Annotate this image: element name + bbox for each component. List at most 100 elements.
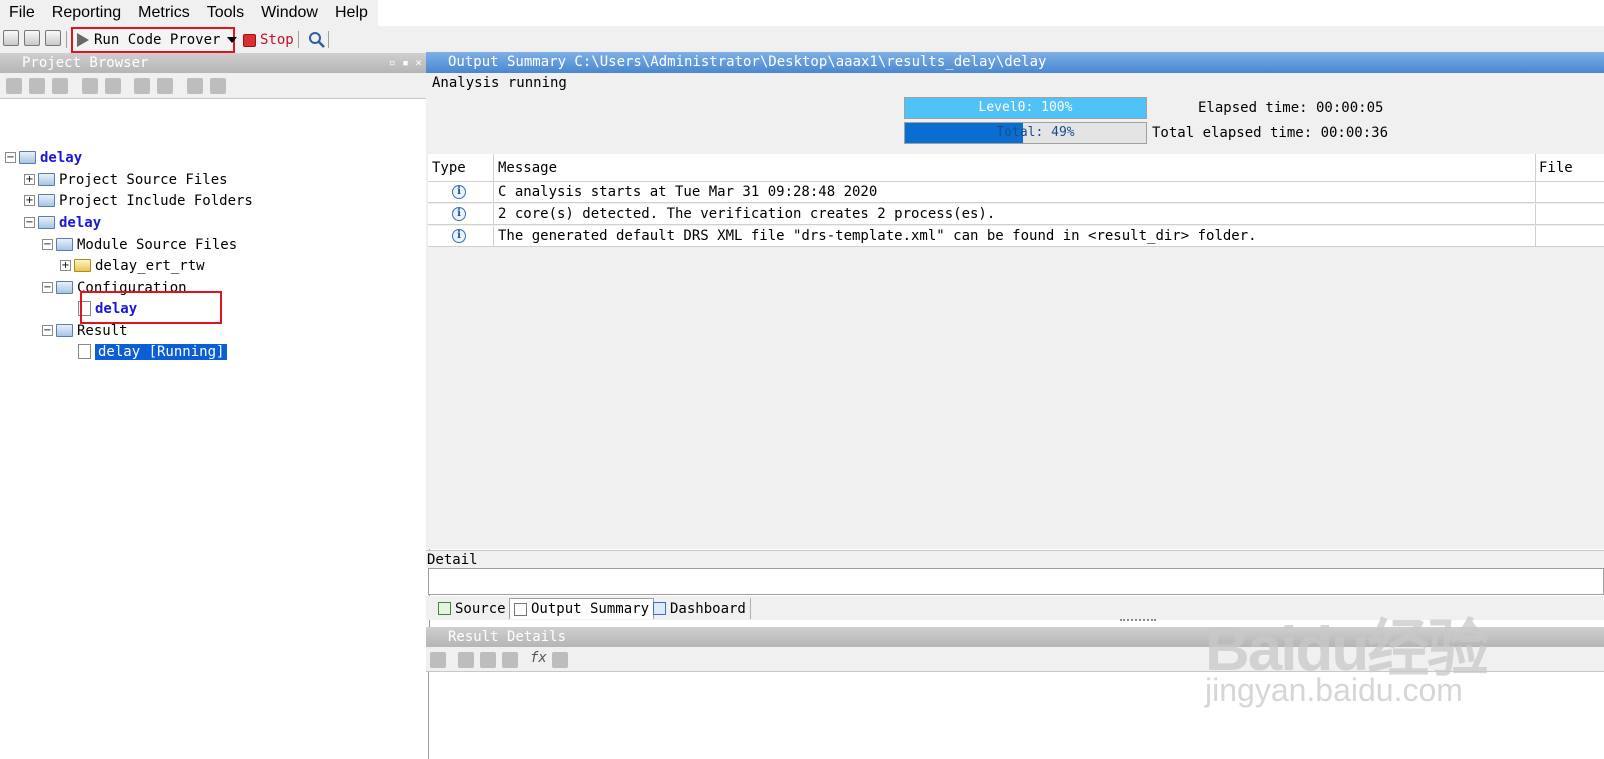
collapse-icon[interactable]: − xyxy=(42,239,53,250)
folder-icon xyxy=(38,173,55,186)
menu-window[interactable]: Window xyxy=(252,4,326,22)
add-icon[interactable] xyxy=(6,78,22,94)
file-cell xyxy=(1536,204,1604,224)
tree-item-label: delay xyxy=(40,149,83,166)
folder-icon xyxy=(38,216,55,229)
search-icon xyxy=(309,32,325,48)
type-cell: i xyxy=(428,182,494,202)
tab-label: Source xyxy=(455,600,506,617)
tree-item-module-delay[interactable]: − delay xyxy=(24,212,101,233)
tree-item-label: Project Include Folders xyxy=(59,192,253,209)
share-icon[interactable] xyxy=(458,652,474,668)
menu-tools[interactable]: Tools xyxy=(198,4,252,22)
tree-item-delay-ert-rtw[interactable]: + delay_ert_rtw xyxy=(60,255,205,276)
properties-icon[interactable] xyxy=(187,78,203,94)
toolbar-separator xyxy=(66,31,67,48)
expand-icon[interactable]: + xyxy=(60,260,71,271)
move-down-icon[interactable] xyxy=(157,78,173,94)
folder-icon xyxy=(38,194,55,207)
run-code-prover-button[interactable]: Run Code Prover xyxy=(71,27,238,53)
project-browser-toolbar xyxy=(0,73,430,99)
run-code-prover-label: Run Code Prover xyxy=(94,32,221,48)
result-details-toolbar: fx xyxy=(426,647,1604,672)
tree-item-project-include-folders[interactable]: + Project Include Folders xyxy=(24,190,253,211)
table-row[interactable]: i The generated default DRS XML file "dr… xyxy=(428,226,1604,247)
menu-metrics[interactable]: Metrics xyxy=(129,4,198,22)
toolbar-separator xyxy=(298,31,299,48)
menu-file[interactable]: File xyxy=(0,4,43,22)
paste-icon[interactable] xyxy=(105,78,121,94)
tree-item-project-delay[interactable]: − delay xyxy=(5,147,82,168)
file-cell xyxy=(1536,226,1604,246)
list-icon[interactable] xyxy=(210,78,226,94)
project-browser-title: Project Browser xyxy=(22,55,149,71)
file-cell xyxy=(1536,182,1604,202)
tab-output-summary[interactable]: Output Summary xyxy=(509,598,655,619)
level-progress-bar: Level0: 100% xyxy=(904,97,1147,119)
column-file[interactable]: File xyxy=(1536,154,1604,181)
info-icon: i xyxy=(452,229,466,243)
clear-icon[interactable] xyxy=(552,652,568,668)
play-icon xyxy=(77,33,89,47)
elapsed-time: Elapsed time: 00:00:05 xyxy=(1198,100,1384,116)
result-highlight-box xyxy=(80,291,222,324)
folder-icon xyxy=(56,281,73,294)
toolbar-separator xyxy=(328,31,329,48)
detail-field[interactable] xyxy=(428,568,1604,595)
move-up-icon[interactable] xyxy=(134,78,150,94)
project-browser-header: Project Browser ▫ ▪ ✕ xyxy=(0,53,430,73)
delete-icon[interactable] xyxy=(29,78,45,94)
review-icon[interactable] xyxy=(480,652,496,668)
expand-icon[interactable]: + xyxy=(24,195,35,206)
search-button[interactable] xyxy=(307,30,327,50)
message-cell: The generated default DRS XML file "drs-… xyxy=(494,226,1536,246)
tree-item-label: Result xyxy=(77,322,128,339)
remove-icon[interactable] xyxy=(52,78,68,94)
refresh-icon[interactable] xyxy=(430,652,446,668)
tree-item-module-source-files[interactable]: − Module Source Files xyxy=(42,234,237,255)
tree-item-label: Module Source Files xyxy=(77,236,238,253)
tree-item-result-delay-running[interactable]: delay [Running] xyxy=(78,341,228,362)
splitter-handle[interactable] xyxy=(1120,619,1156,622)
chevron-down-icon[interactable] xyxy=(227,37,238,43)
collapse-icon[interactable]: − xyxy=(42,325,53,336)
tree-item-project-source-files[interactable]: + Project Source Files xyxy=(24,169,228,190)
menu-help[interactable]: Help xyxy=(326,4,376,22)
analysis-status: Analysis running xyxy=(432,75,567,91)
output-summary-body: Analysis running Level0: 100% Total: 49%… xyxy=(426,73,1604,549)
dashboard-icon xyxy=(653,602,666,615)
info-icon: i xyxy=(452,207,466,221)
tab-source[interactable]: Source xyxy=(434,598,511,619)
tree-item-label: Project Source Files xyxy=(59,171,228,188)
collapse-icon[interactable]: − xyxy=(42,282,53,293)
detail-label: Detail xyxy=(426,550,1604,568)
menu-reporting[interactable]: Reporting xyxy=(43,4,129,22)
save-icon[interactable] xyxy=(45,30,61,46)
table-row[interactable]: i C analysis starts at Tue Mar 31 09:28:… xyxy=(428,182,1604,203)
copy-icon[interactable] xyxy=(82,78,98,94)
folder-icon xyxy=(56,238,73,251)
collapse-icon[interactable]: − xyxy=(5,152,16,163)
column-message[interactable]: Message xyxy=(494,154,1536,181)
info-icon: i xyxy=(452,185,466,199)
panel-controls-icon[interactable]: ▫ ▪ ✕ xyxy=(389,53,422,73)
type-cell: i xyxy=(428,226,494,246)
result-details-title: Result Details xyxy=(448,629,567,645)
column-type[interactable]: Type xyxy=(428,154,494,181)
fx-icon[interactable]: fx xyxy=(530,650,547,666)
main-toolbar xyxy=(0,26,1604,53)
tab-label: Output Summary xyxy=(531,601,650,617)
output-summary-title: Output Summary C:\Users\Administrator\De… xyxy=(448,54,1047,70)
tab-dashboard[interactable]: Dashboard xyxy=(649,598,751,619)
table-row[interactable]: i 2 core(s) detected. The verification c… xyxy=(428,204,1604,225)
stop-button[interactable]: Stop xyxy=(243,29,294,51)
document-icon xyxy=(514,602,527,616)
open-project-icon[interactable] xyxy=(24,30,40,46)
expand-icon[interactable]: + xyxy=(24,174,35,185)
collapse-icon[interactable]: − xyxy=(24,217,35,228)
info-icon[interactable] xyxy=(502,652,518,668)
folder-icon xyxy=(74,259,91,272)
menu-bar: File Reporting Metrics Tools Window Help xyxy=(0,0,378,26)
message-cell: C analysis starts at Tue Mar 31 09:28:48… xyxy=(494,182,1536,202)
new-project-icon[interactable] xyxy=(3,30,19,46)
